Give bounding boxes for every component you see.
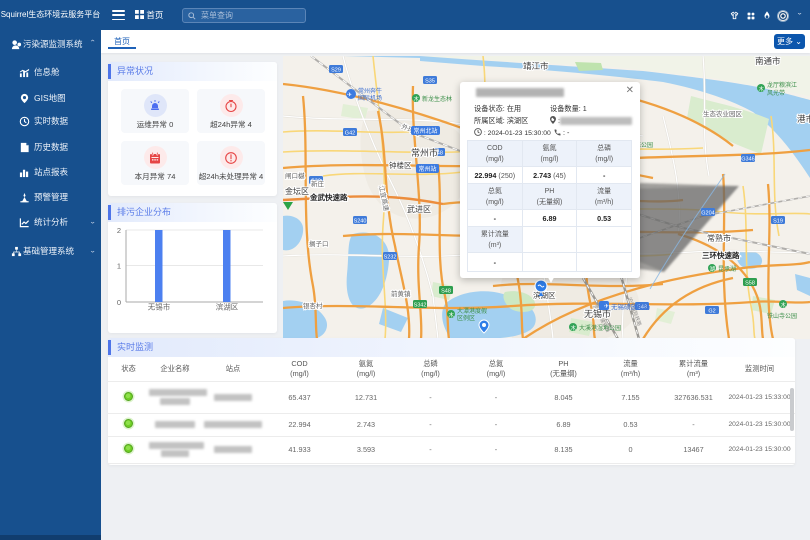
svg-text:木: 木 <box>449 311 455 319</box>
svg-text:G42: G42 <box>345 131 355 137</box>
svg-text:国际机场: 国际机场 <box>358 94 382 102</box>
svg-text:靖江市: 靖江市 <box>523 61 549 71</box>
svg-text:常熟市: 常熟市 <box>707 233 731 243</box>
svg-text:木: 木 <box>781 301 787 309</box>
svg-text:搁子口: 搁子口 <box>309 239 329 248</box>
svg-text:龙厅粮滨江: 龙厅粮滨江 <box>767 81 797 89</box>
svg-text:G204: G204 <box>701 211 714 217</box>
svg-text:昆承湖: 昆承湖 <box>718 265 736 273</box>
svg-text:区例区: 区例区 <box>457 314 475 322</box>
svg-text:G2: G2 <box>708 309 715 315</box>
svg-text:✈: ✈ <box>604 303 609 310</box>
svg-text:✈: ✈ <box>347 92 352 99</box>
svg-text:前黄镇: 前黄镇 <box>391 289 411 298</box>
svg-text:新庄: 新庄 <box>311 179 325 188</box>
svg-text:常州北站: 常州北站 <box>413 127 437 135</box>
svg-text:港市: 港市 <box>797 114 810 124</box>
svg-text:生态农业园区: 生态农业园区 <box>703 109 743 118</box>
svg-text:S240: S240 <box>354 219 367 225</box>
svg-text:金武快速路: 金武快速路 <box>309 192 348 202</box>
svg-text:湖: 湖 <box>710 265 716 273</box>
svg-text:南通市: 南通市 <box>755 56 781 66</box>
svg-text:武进区: 武进区 <box>407 204 431 214</box>
svg-text:银杏村: 银杏村 <box>303 301 323 310</box>
svg-text:S232: S232 <box>384 255 397 261</box>
svg-text:0: 0 <box>117 298 121 307</box>
svg-text:木: 木 <box>759 85 765 93</box>
svg-text:1: 1 <box>117 262 121 271</box>
svg-text:S29: S29 <box>331 68 341 74</box>
svg-text:S35: S35 <box>425 79 435 85</box>
svg-text:钟楼区: 钟楼区 <box>389 160 412 170</box>
svg-text:闸口樾: 闸口樾 <box>285 171 305 180</box>
svg-text:大潭港度假: 大潭港度假 <box>457 307 487 315</box>
svg-text:S48: S48 <box>441 289 451 295</box>
svg-text:常州站: 常州站 <box>418 165 436 173</box>
svg-text:S19: S19 <box>773 219 783 225</box>
svg-text:2: 2 <box>117 226 121 235</box>
svg-text:G346: G346 <box>741 157 754 163</box>
svg-text:常州市: 常州市 <box>411 147 438 158</box>
svg-text:S58: S58 <box>745 281 755 287</box>
svg-text:木: 木 <box>414 95 420 103</box>
svg-text:风光带: 风光带 <box>767 89 785 97</box>
svg-text:木: 木 <box>571 324 577 332</box>
svg-text:S342: S342 <box>414 303 427 309</box>
svg-text:三环快速路: 三环快速路 <box>702 250 740 260</box>
svg-text:铁山寺公园: 铁山寺公园 <box>767 312 797 320</box>
svg-text:无锡市: 无锡市 <box>148 302 171 312</box>
svg-text:无锡硕放机场: 无锡硕放机场 <box>611 302 651 311</box>
svg-text:大溪港湿地公园: 大溪港湿地公园 <box>579 324 621 332</box>
svg-text:滨湖区: 滨湖区 <box>216 302 239 312</box>
svg-text:常州奔牛: 常州奔牛 <box>358 87 382 95</box>
svg-text:金坛区: 金坛区 <box>285 186 309 196</box>
svg-text:新龙生态林: 新龙生态林 <box>422 95 452 103</box>
